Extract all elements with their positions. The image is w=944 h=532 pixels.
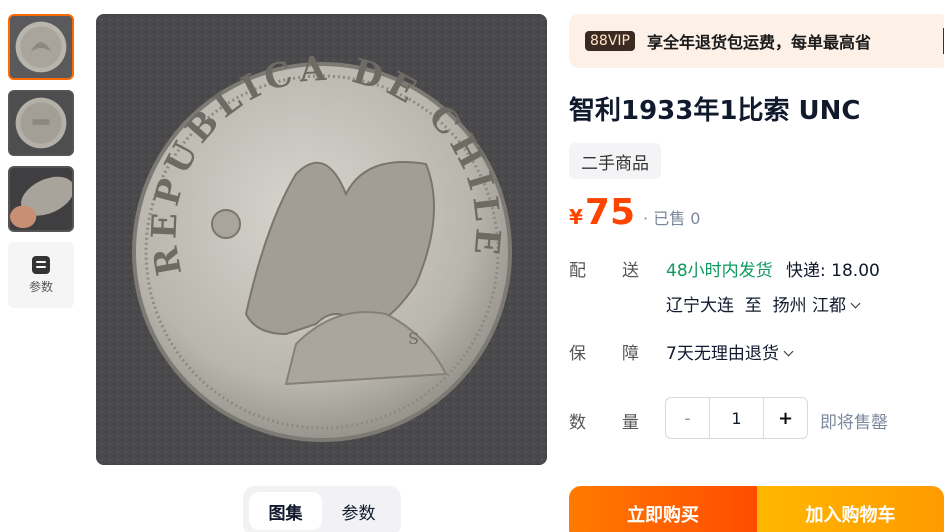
- guarantee-label: 保障: [569, 344, 675, 364]
- price-row: ¥ 75 · 已售 0: [569, 192, 700, 233]
- thumbnail-2[interactable]: [8, 90, 74, 156]
- chevron-down-icon: [783, 346, 794, 357]
- tab-params[interactable]: 参数: [322, 492, 395, 530]
- quantity-plus-button[interactable]: +: [764, 398, 807, 438]
- main-product-image[interactable]: REPUBLICA DE CHILE S: [96, 14, 547, 465]
- gallery-tabs: 图集 参数: [243, 486, 401, 532]
- thumbnail-1[interactable]: [8, 14, 74, 80]
- guarantee-text: 7天无理由退货: [666, 344, 779, 364]
- delivery-time: 48小时内发货: [666, 261, 773, 281]
- buy-now-button[interactable]: 立即购买: [569, 486, 757, 532]
- mint-mark: S: [408, 329, 419, 348]
- vip-badge: 88VIP: [585, 31, 635, 51]
- product-title: 智利1933年1比索 UNC: [569, 96, 861, 126]
- quantity-input[interactable]: 1: [709, 398, 764, 438]
- price-currency: ¥: [569, 205, 583, 229]
- condition-tag: 二手商品: [569, 143, 661, 179]
- params-icon: [32, 255, 50, 274]
- vip-banner[interactable]: 88VIP 享全年退货包运费，每单最高省: [569, 14, 944, 68]
- quantity-minus-button[interactable]: -: [666, 398, 709, 438]
- add-to-cart-button[interactable]: 加入购物车: [757, 486, 944, 532]
- stock-status: 即将售罄: [820, 413, 888, 433]
- chevron-down-icon: [850, 298, 861, 309]
- params-thumbnail-label: 参数: [28, 279, 53, 294]
- vip-text: 享全年退货包运费，每单最高省: [646, 33, 871, 52]
- delivery-route: 辽宁大连 至 扬州 江都: [666, 296, 847, 316]
- delivery-fee: 快递: 18.00: [786, 261, 880, 281]
- thumbnail-3[interactable]: [8, 166, 74, 232]
- params-thumbnail[interactable]: 参数: [8, 242, 74, 308]
- price-value: 75: [584, 192, 636, 233]
- delivery-label: 配送: [569, 261, 675, 281]
- sold-count: · 已售 0: [643, 209, 701, 228]
- thumbnail-list: 参数: [8, 14, 74, 308]
- quantity-stepper: - 1 +: [665, 397, 808, 439]
- tab-gallery[interactable]: 图集: [249, 492, 322, 530]
- product-page: 参数 REPUBLICA DE CHILE S 图集 参数 88VIP 享全年退…: [0, 0, 944, 532]
- quantity-label: 数量: [569, 413, 675, 433]
